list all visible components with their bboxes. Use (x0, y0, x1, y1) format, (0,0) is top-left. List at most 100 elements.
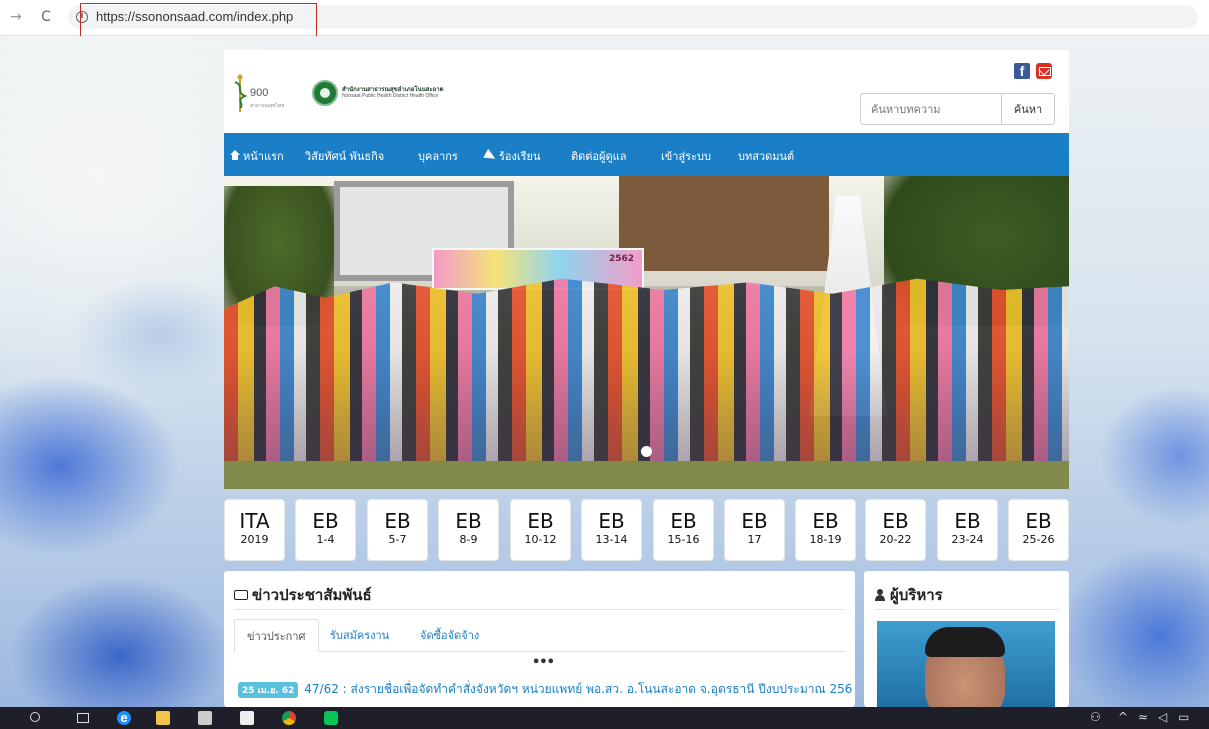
task-view-icon[interactable] (77, 713, 89, 723)
date-badge: 25 เม.ย. 62 (238, 681, 299, 698)
eb-button-main: EB (741, 509, 768, 533)
list-item[interactable]: 25 เม.ย. 62 47/62 : ส่งรายชื่อเพื่อจัดทำ… (238, 680, 853, 704)
volume-icon[interactable]: ◁ (1158, 710, 1167, 724)
eb-button-sub: 20-22 (879, 533, 912, 546)
eb-button-sub: 15-16 (667, 533, 700, 546)
chrome-icon[interactable] (282, 711, 296, 725)
people-icon[interactable]: ⚇ (1090, 710, 1101, 724)
eb-button[interactable]: EB 23-24 (937, 499, 998, 561)
divider (874, 609, 1059, 610)
eb-button-main: EB (598, 509, 625, 533)
site-header: 900 สาธารณสุขไทย สำนักงานสาธารณสุขอำเภอโ… (224, 50, 1069, 133)
mail-icon[interactable] (240, 711, 254, 725)
eb-button[interactable]: EB 10-12 (510, 499, 571, 561)
chevron-up-icon[interactable]: ^ (1118, 710, 1128, 724)
hero-banner-text: 2562 (608, 254, 634, 264)
eb-button[interactable]: EB 17 (724, 499, 785, 561)
eb-button[interactable]: EB 13-14 (581, 499, 642, 561)
news-link[interactable]: 47/62 : ส่งรายชื่อเพื่อจัดทำคำสั่งจังหวั… (304, 682, 853, 696)
logo[interactable]: 900 สาธารณสุขไทย (232, 74, 314, 116)
divider (234, 609, 845, 610)
admin-hair (925, 627, 1005, 657)
nav-item-contact[interactable]: ติดต่อผู้ดูแล (571, 147, 626, 165)
nav-item-personnel[interactable]: บุคลากร (418, 147, 458, 165)
eb-button[interactable]: EB 1-4 (295, 499, 356, 561)
nav-item-vision[interactable]: วิสัยทัศน์ พันธกิจ (305, 147, 384, 165)
nav-item-login[interactable]: เข้าสู่ระบบ (661, 147, 711, 165)
eb-button-sub: 18-19 (809, 533, 842, 546)
eb-button[interactable]: EB 20-22 (865, 499, 926, 561)
battery-icon[interactable]: ▭ (1178, 710, 1189, 724)
slider-indicator-dot[interactable] (641, 446, 652, 457)
pointer-icon (483, 148, 498, 164)
reload-icon[interactable]: C (38, 9, 54, 25)
eb-button-main: EB (882, 509, 909, 533)
eb-button[interactable]: EB 8-9 (438, 499, 499, 561)
website-page: 900 สาธารณสุขไทย สำนักงานสาธารณสุขอำเภอโ… (224, 50, 1069, 707)
main-navigation: หน้าแรก วิสัยทัศน์ พันธกิจ บุคลากร ร้องเ… (224, 133, 1069, 176)
eb-button-main: ITA (239, 509, 270, 533)
eb-button-main: EB (670, 509, 697, 533)
tab-procurement[interactable]: จัดซื้อจัดจ้าง (408, 619, 491, 652)
eb-button-main: EB (1025, 509, 1052, 533)
eb-button-sub: 17 (747, 533, 762, 546)
eb-button[interactable]: EB 15-16 (653, 499, 714, 561)
hero-slider[interactable]: 2562 (224, 176, 1069, 489)
eb-button-main: EB (384, 509, 411, 533)
tab-announcements[interactable]: ข่าวประกาศ (234, 619, 319, 652)
eb-button-row: ITA 2019 EB 1-4 EB 5-7 EB 8-9 EB 10-12 E… (224, 499, 1069, 561)
admin-photo (877, 621, 1055, 707)
more-indicator[interactable]: ••• (532, 655, 555, 670)
eb-button-main: EB (954, 509, 981, 533)
home-icon (230, 150, 240, 161)
hero-shade (224, 351, 1069, 461)
nav-item-complaint[interactable]: ร้องเรียน (483, 147, 541, 165)
facebook-icon[interactable]: f (1014, 63, 1030, 79)
arrow-right-icon[interactable]: → (8, 9, 24, 25)
eb-button-sub: 13-14 (595, 533, 628, 546)
ministry-seal-icon (312, 80, 338, 106)
wifi-icon[interactable]: ≈ (1138, 710, 1148, 724)
eb-button-main: EB (527, 509, 554, 533)
caduceus-icon (234, 74, 248, 112)
hand-pointer-icon (234, 590, 248, 600)
eb-button-sub: 8-9 (459, 533, 478, 546)
search-button[interactable]: ค้นหา (1001, 93, 1055, 125)
windows-taskbar: e ⚇ ^ ≈ ◁ ▭ (0, 707, 1209, 729)
tab-jobs[interactable]: รับสมัครงาน (318, 619, 401, 652)
news-tabs: ข่าวประกาศ รับสมัครงาน จัดซื้อจัดจ้าง (234, 619, 845, 652)
eb-button[interactable]: EB 25-26 (1008, 499, 1069, 561)
eb-button-sub: 23-24 (951, 533, 984, 546)
eb-button-sub: 10-12 (524, 533, 557, 546)
news-panel-title: ข่าวประชาสัมพันธ์ (234, 583, 372, 607)
search-icon[interactable] (30, 712, 40, 722)
nav-item-label: ร้องเรียน (499, 150, 541, 163)
eb-button-ita[interactable]: ITA 2019 (224, 499, 285, 561)
user-icon (874, 589, 886, 601)
news-panel: ข่าวประชาสัมพันธ์ ข่าวประกาศ รับสมัครงาน… (224, 571, 855, 707)
admin-panel-title: ผู้บริหาร (874, 583, 943, 607)
edge-icon[interactable]: e (117, 711, 131, 725)
envelope-icon[interactable] (1036, 63, 1052, 79)
logo-subtitle: สาธารณสุขไทย (250, 103, 285, 109)
store-icon[interactable] (198, 711, 212, 725)
admin-title-text: ผู้บริหาร (890, 586, 943, 604)
hero-building (619, 176, 829, 271)
search-input[interactable] (860, 93, 1002, 125)
logo-number: 900 (250, 87, 269, 99)
eb-button-sub: 5-7 (388, 533, 407, 546)
news-title-text: ข่าวประชาสัมพันธ์ (252, 586, 372, 604)
eb-button-sub: 2019 (240, 533, 269, 546)
admin-panel: ผู้บริหาร (864, 571, 1069, 707)
file-explorer-icon[interactable] (156, 711, 170, 725)
eb-button-main: EB (812, 509, 839, 533)
office-name-english: Nonsaat Public Health District Health Of… (342, 93, 439, 99)
eb-button-sub: 25-26 (1022, 533, 1055, 546)
nav-item-home[interactable]: หน้าแรก (230, 147, 284, 165)
eb-button[interactable]: EB 5-7 (367, 499, 428, 561)
eb-button-main: EB (312, 509, 339, 533)
eb-button-sub: 1-4 (316, 533, 335, 546)
nav-item-prayer[interactable]: บทสวดมนต์ (738, 147, 794, 165)
line-icon[interactable] (324, 711, 338, 725)
eb-button[interactable]: EB 18-19 (795, 499, 856, 561)
